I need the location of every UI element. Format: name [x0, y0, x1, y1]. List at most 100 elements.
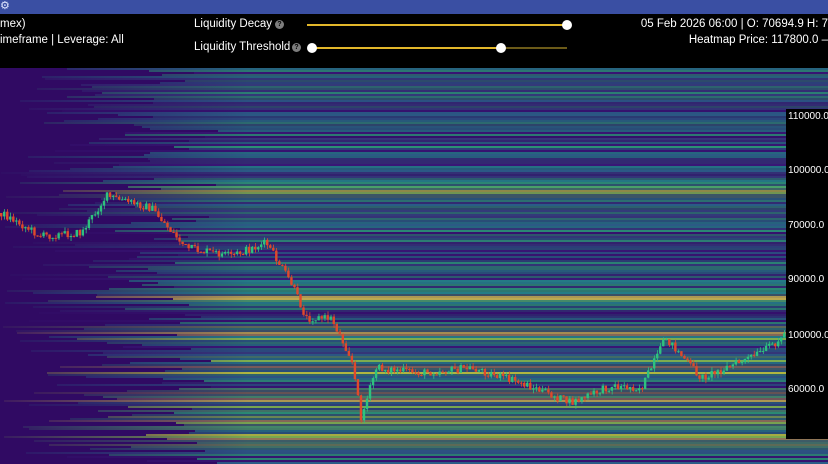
candle-body: [151, 205, 154, 211]
candle-body: [619, 385, 623, 390]
liquidity-decay-label: Liquidity Decay: [194, 18, 272, 30]
candle-body: [126, 198, 130, 202]
candle-body: [522, 382, 526, 387]
candle-body: [399, 369, 402, 372]
candle-body: [154, 205, 157, 212]
liquidity-decay-slider[interactable]: [307, 20, 572, 30]
candle-body: [674, 342, 677, 352]
top-bar: ⚙: [0, 0, 828, 14]
candle-body: [166, 222, 169, 228]
candle-body: [468, 366, 471, 370]
settings-icon[interactable]: ⚙: [0, 0, 10, 12]
candle-body: [640, 388, 644, 390]
candle-body: [278, 261, 281, 265]
candle-body: [513, 376, 517, 381]
candle-body: [456, 368, 459, 373]
candle-body: [96, 211, 100, 215]
candle-body: [238, 251, 242, 254]
candle-body: [181, 241, 184, 245]
candle-body: [275, 250, 278, 262]
candle-body: [211, 250, 215, 252]
candle-body: [746, 356, 750, 359]
candle-body: [526, 382, 529, 387]
candle-body: [716, 370, 719, 375]
candle-body: [773, 343, 777, 347]
threshold-slider-fill: [312, 47, 501, 49]
candle-body: [111, 195, 115, 197]
candle-body: [595, 390, 598, 394]
candle-body: [643, 377, 647, 389]
candle-body: [592, 390, 595, 395]
candle-body: [142, 208, 145, 210]
candle-body: [90, 214, 94, 220]
candle-body: [51, 237, 54, 239]
candle-body: [75, 230, 78, 237]
candle-body: [232, 253, 236, 255]
threshold-min-thumb[interactable]: [307, 43, 317, 53]
candle-body: [320, 316, 323, 319]
candle-body: [725, 365, 728, 371]
price-label: 60000.0: [788, 384, 825, 395]
candle-body: [256, 247, 260, 250]
candle-body: [743, 358, 747, 363]
decay-slider-thumb[interactable]: [562, 20, 572, 30]
liquidity-threshold-label: Liquidity Threshold: [194, 41, 291, 53]
candle-body: [199, 251, 202, 253]
candle-body: [483, 368, 487, 376]
candle-body: [36, 235, 39, 237]
threshold-help-icon[interactable]: ?: [292, 43, 301, 52]
candle-body: [63, 231, 66, 234]
candle-body: [311, 321, 314, 323]
filters-label[interactable]: imeframe | Leverage: All: [0, 34, 124, 46]
candle-body: [139, 202, 142, 209]
candle-body: [290, 277, 293, 285]
candle-body: [314, 320, 317, 322]
candle-body: [480, 368, 484, 371]
candle-body: [317, 316, 320, 321]
candle-body: [377, 364, 381, 370]
heatmap-canvas[interactable]: [0, 68, 828, 464]
price-axis: 110000.0 100000.0 70000.0 90000.0 100000…: [786, 109, 828, 439]
candle-body: [305, 314, 308, 317]
candle-body: [178, 237, 181, 242]
candle-body: [120, 199, 124, 201]
candle-body: [529, 382, 532, 390]
threshold-max-thumb[interactable]: [495, 43, 506, 53]
candle-body: [698, 375, 701, 379]
candle-body: [42, 232, 45, 237]
candle-body: [48, 234, 51, 239]
candle-body: [719, 370, 722, 374]
candle-body: [253, 246, 257, 250]
candle-body: [616, 384, 620, 390]
decay-help-icon[interactable]: ?: [275, 20, 284, 29]
candle-body: [356, 379, 360, 396]
candle-body: [148, 203, 151, 211]
candle-body: [489, 372, 493, 377]
candle-body: [692, 363, 695, 367]
candle-body: [637, 388, 641, 391]
candle-body: [441, 371, 444, 373]
candle-body: [713, 370, 716, 375]
candle-body: [45, 232, 48, 235]
candle-body: [117, 196, 121, 200]
candle-body: [740, 362, 744, 364]
candle-body: [284, 265, 287, 271]
candle-body: [287, 270, 290, 278]
candle-body: [299, 294, 302, 308]
candle-body: [393, 367, 396, 372]
liquidity-threshold-slider[interactable]: [307, 43, 567, 53]
candle-body: [220, 253, 224, 257]
candle-body: [12, 216, 15, 222]
candle-body: [459, 365, 462, 373]
candle-body: [402, 367, 405, 372]
candle-body: [435, 374, 438, 376]
liquidation-heatmap[interactable]: 110000.0 100000.0 70000.0 90000.0 100000…: [0, 68, 828, 464]
candle-body: [27, 227, 30, 230]
candle-body: [477, 370, 481, 372]
candle-body: [229, 251, 233, 254]
candle-body: [550, 392, 553, 398]
candle-body: [731, 364, 735, 367]
candle-body: [559, 395, 562, 402]
candle-body: [438, 371, 441, 375]
candle-body: [541, 389, 544, 392]
